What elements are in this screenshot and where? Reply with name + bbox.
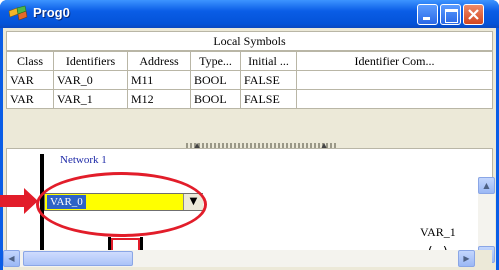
cell-initial[interactable]: FALSE xyxy=(240,70,297,90)
column-header-initial[interactable]: Initial ... xyxy=(240,51,297,71)
cell-type[interactable]: BOOL xyxy=(190,89,241,109)
local-symbols-table: Class Identifiers Address Type... Initia… xyxy=(6,51,493,109)
cell-type[interactable]: BOOL xyxy=(190,70,241,90)
window-client-area: Local Symbols Class Identifiers Address … xyxy=(3,28,496,270)
title-bar[interactable]: Prog0 xyxy=(0,0,499,28)
column-header-identifier-comment[interactable]: Identifier Com... xyxy=(296,51,493,71)
column-header-address[interactable]: Address xyxy=(127,51,191,71)
scroll-left-button[interactable]: ◀ xyxy=(3,250,20,267)
close-icon xyxy=(468,9,479,20)
cell-address[interactable]: M12 xyxy=(127,89,191,109)
minimize-button[interactable] xyxy=(417,4,438,25)
pointer-arrow-icon xyxy=(0,188,38,214)
column-header-type[interactable]: Type... xyxy=(190,51,241,71)
cell-class[interactable]: VAR xyxy=(6,70,54,90)
close-button[interactable] xyxy=(463,4,484,25)
cell-address[interactable]: M11 xyxy=(127,70,191,90)
column-header-identifiers[interactable]: Identifiers xyxy=(53,51,128,71)
scroll-right-button[interactable]: ▶ xyxy=(458,250,475,267)
network-title: Network 1 xyxy=(60,154,107,166)
cell-identifier[interactable]: VAR_1 xyxy=(53,89,128,109)
horizontal-scroll-thumb[interactable] xyxy=(23,251,133,266)
horizontal-scrollbar[interactable]: ◀ ▶ xyxy=(3,250,475,267)
cell-class[interactable]: VAR xyxy=(6,89,54,109)
cell-identifier[interactable]: VAR_0 xyxy=(53,70,128,90)
scroll-up-button[interactable]: ▲ xyxy=(478,177,495,194)
table-header-row: Class Identifiers Address Type... Initia… xyxy=(6,51,493,71)
window-title: Prog0 xyxy=(33,5,70,20)
column-header-class[interactable]: Class xyxy=(6,51,54,71)
highlight-ellipse xyxy=(36,172,207,237)
table-row[interactable]: VAR VAR_1 M12 BOOL FALSE xyxy=(6,89,493,109)
program-icon xyxy=(8,5,28,21)
local-symbols-header: Local Symbols xyxy=(6,31,493,51)
cell-comment[interactable] xyxy=(296,70,493,90)
cell-initial[interactable]: FALSE xyxy=(240,89,297,109)
size-grip[interactable] xyxy=(475,250,492,267)
cell-comment[interactable] xyxy=(296,89,493,109)
coil-variable-label[interactable]: VAR_1 xyxy=(420,225,456,240)
table-row[interactable]: VAR VAR_0 M11 BOOL FALSE xyxy=(6,70,493,90)
maximize-button[interactable] xyxy=(440,4,461,25)
